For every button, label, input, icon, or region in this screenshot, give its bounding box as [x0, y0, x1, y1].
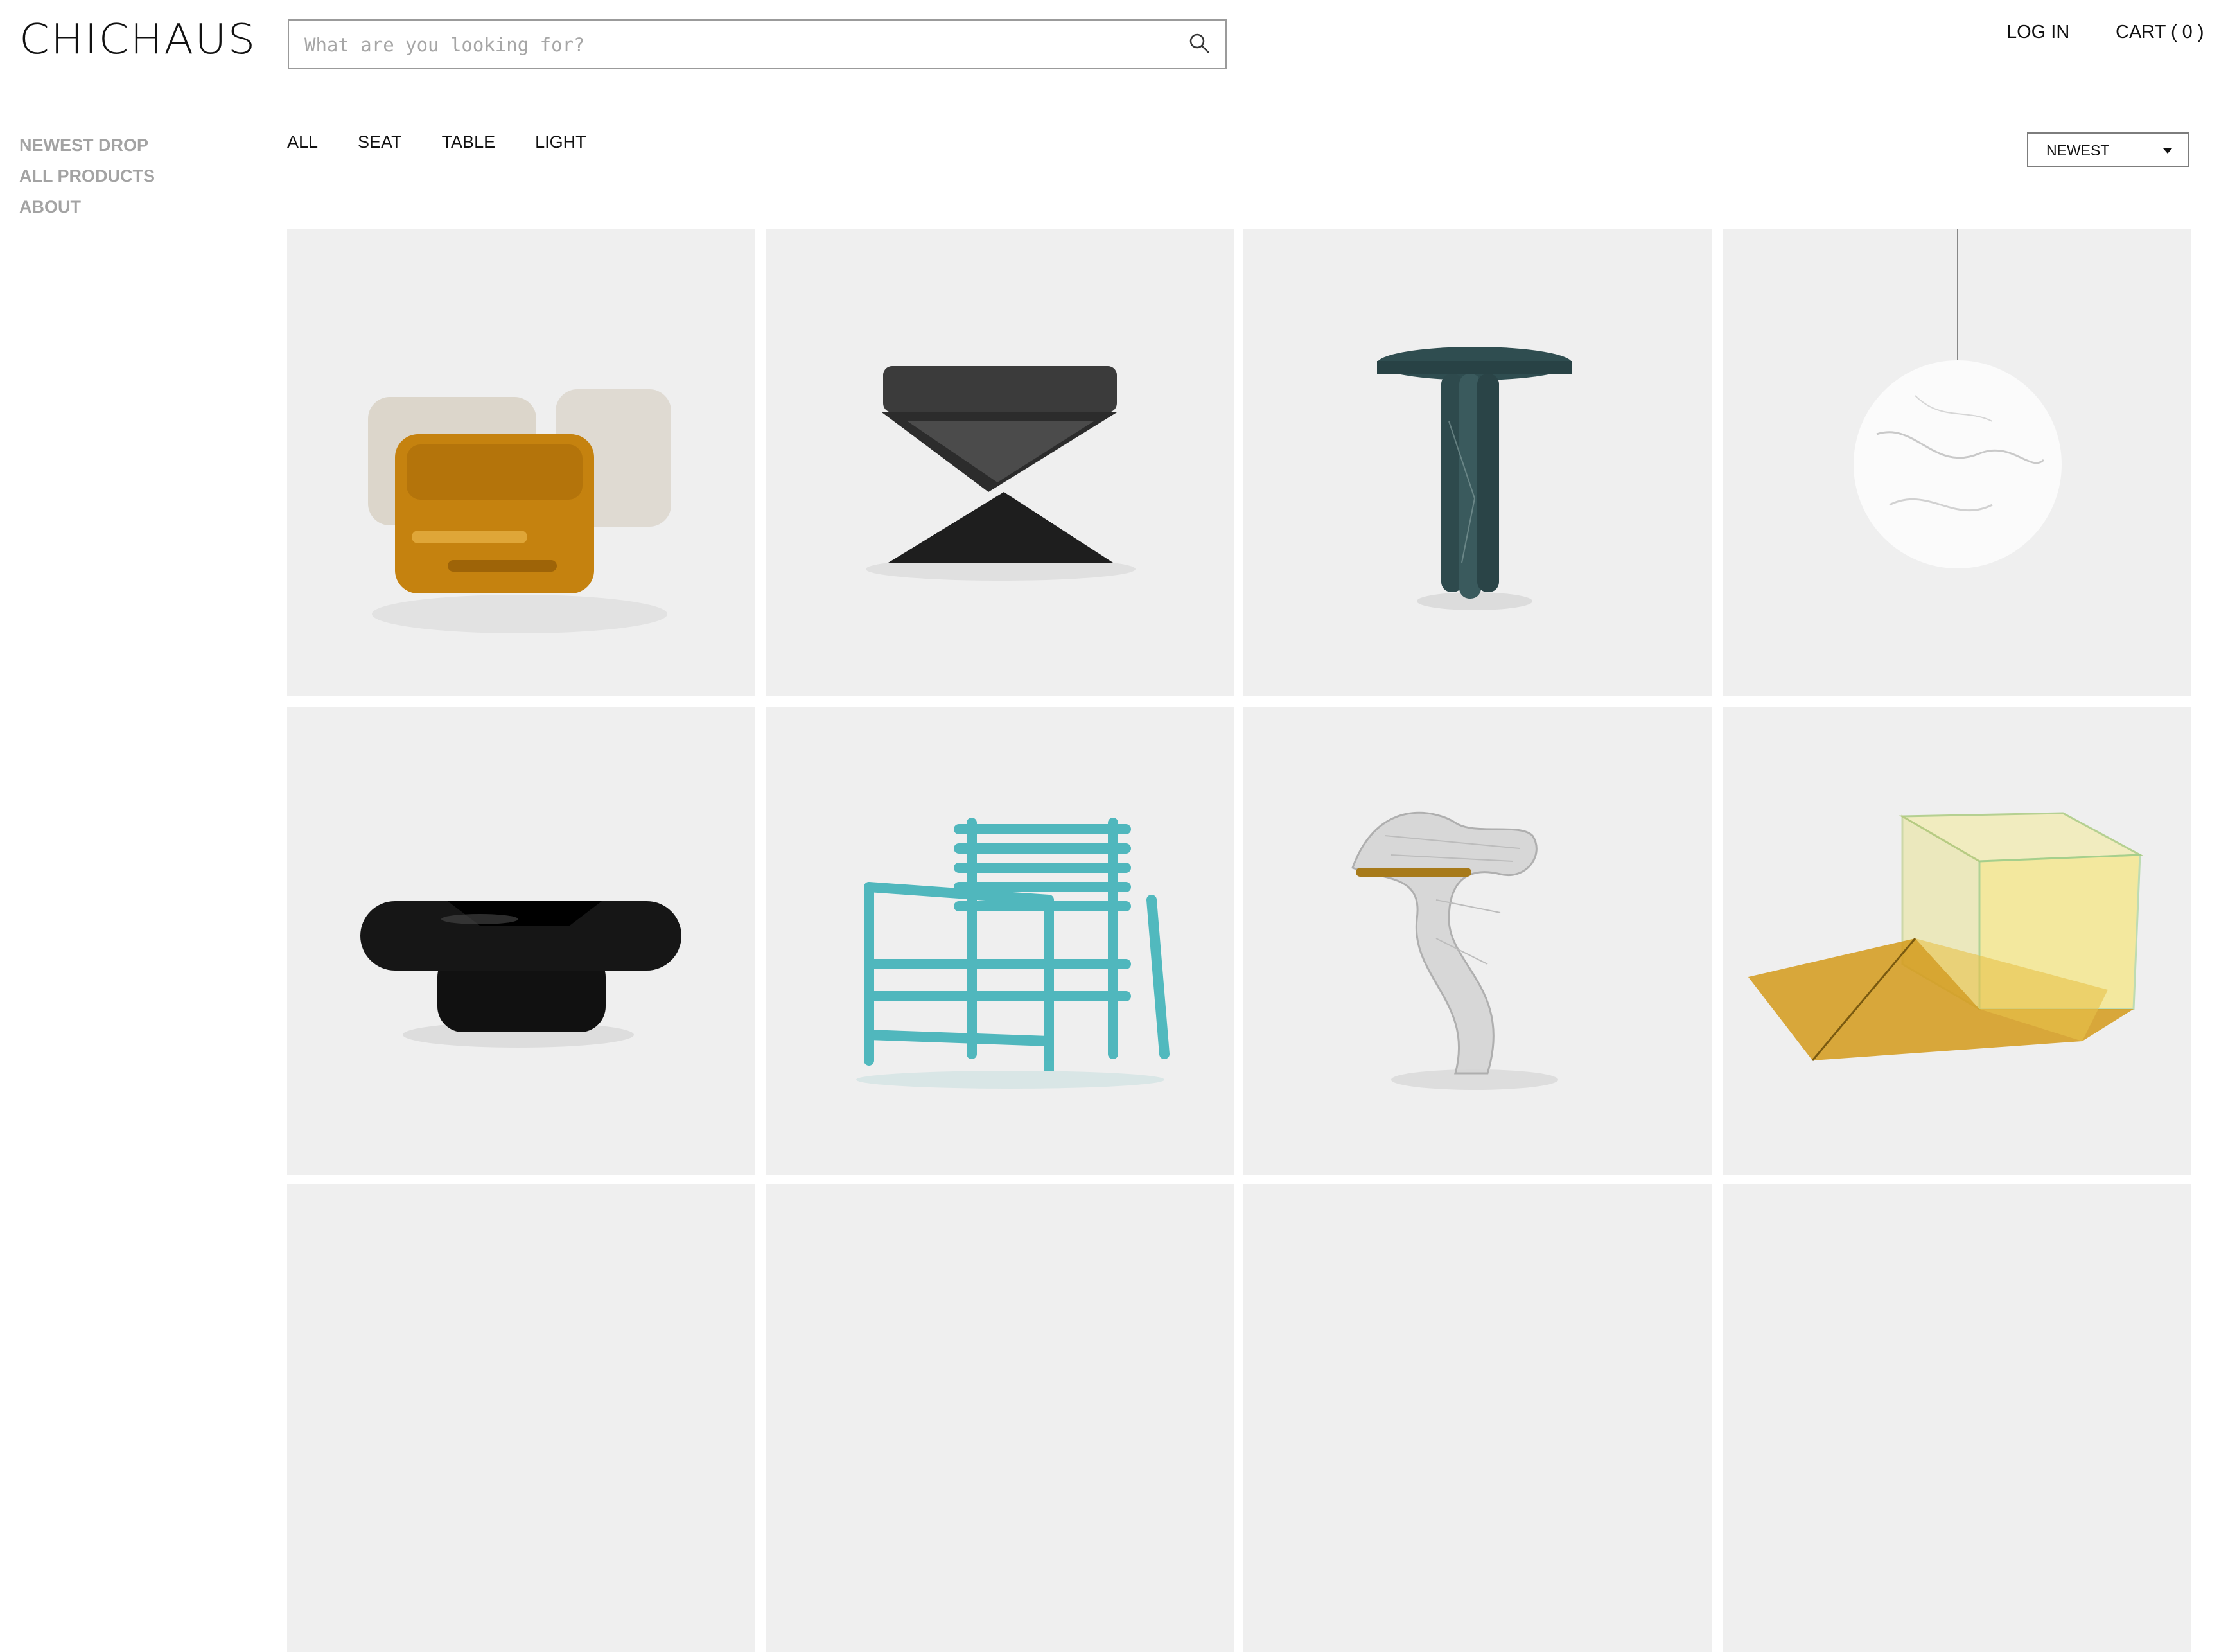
product-card[interactable] [1243, 707, 1712, 1175]
chevron-down-icon [2163, 148, 2172, 154]
amber-glass-cube-stool-image [368, 389, 671, 633]
search-input[interactable] [303, 21, 1166, 69]
search-box[interactable] [288, 19, 1227, 69]
logo[interactable]: CHICHAUS [19, 18, 256, 62]
cart-link[interactable]: CART ( 0 ) [2116, 22, 2204, 43]
product-card[interactable] [1243, 229, 1712, 696]
product-card[interactable] [287, 707, 755, 1175]
marble-globe-pendant-light-image [1854, 229, 2062, 568]
sidebar-nav: NEWEST DROP ALL PRODUCTS ABOUT [19, 130, 155, 222]
iridescent-glass-cube-image [1748, 812, 2144, 1061]
product-card[interactable] [766, 707, 1234, 1175]
turquoise-glass-armchair-image [856, 818, 1170, 1089]
product-card[interactable] [766, 1184, 1234, 1652]
product-card[interactable] [1243, 1184, 1712, 1652]
green-marble-side-table-image [1377, 347, 1572, 610]
product-card[interactable] [287, 229, 755, 696]
sort-selected: NEWEST [2046, 142, 2110, 159]
sidebar-item-all-products[interactable]: ALL PRODUCTS [19, 161, 155, 191]
x-frame-stool-image [866, 366, 1136, 581]
category-filters: ALL SEAT TABLE LIGHT [287, 132, 626, 152]
sort-dropdown[interactable]: NEWEST [2027, 132, 2189, 167]
product-card[interactable] [1723, 229, 2191, 696]
product-card[interactable] [1723, 707, 2191, 1175]
search-icon[interactable] [1187, 31, 1213, 57]
product-card[interactable] [287, 1184, 755, 1652]
black-lacquer-coffee-table-image [360, 901, 681, 1048]
product-card[interactable] [766, 229, 1234, 696]
sidebar-item-about[interactable]: ABOUT [19, 191, 155, 222]
filter-table[interactable]: TABLE [442, 132, 496, 152]
filter-all[interactable]: ALL [287, 132, 318, 152]
filter-light[interactable]: LIGHT [535, 132, 586, 152]
login-link[interactable]: LOG IN [2006, 22, 2069, 43]
sidebar-item-newest-drop[interactable]: NEWEST DROP [19, 130, 155, 161]
filter-seat[interactable]: SEAT [358, 132, 402, 152]
mesh-wave-table-lamp-image [1351, 811, 1558, 1090]
product-card[interactable] [1723, 1184, 2191, 1652]
